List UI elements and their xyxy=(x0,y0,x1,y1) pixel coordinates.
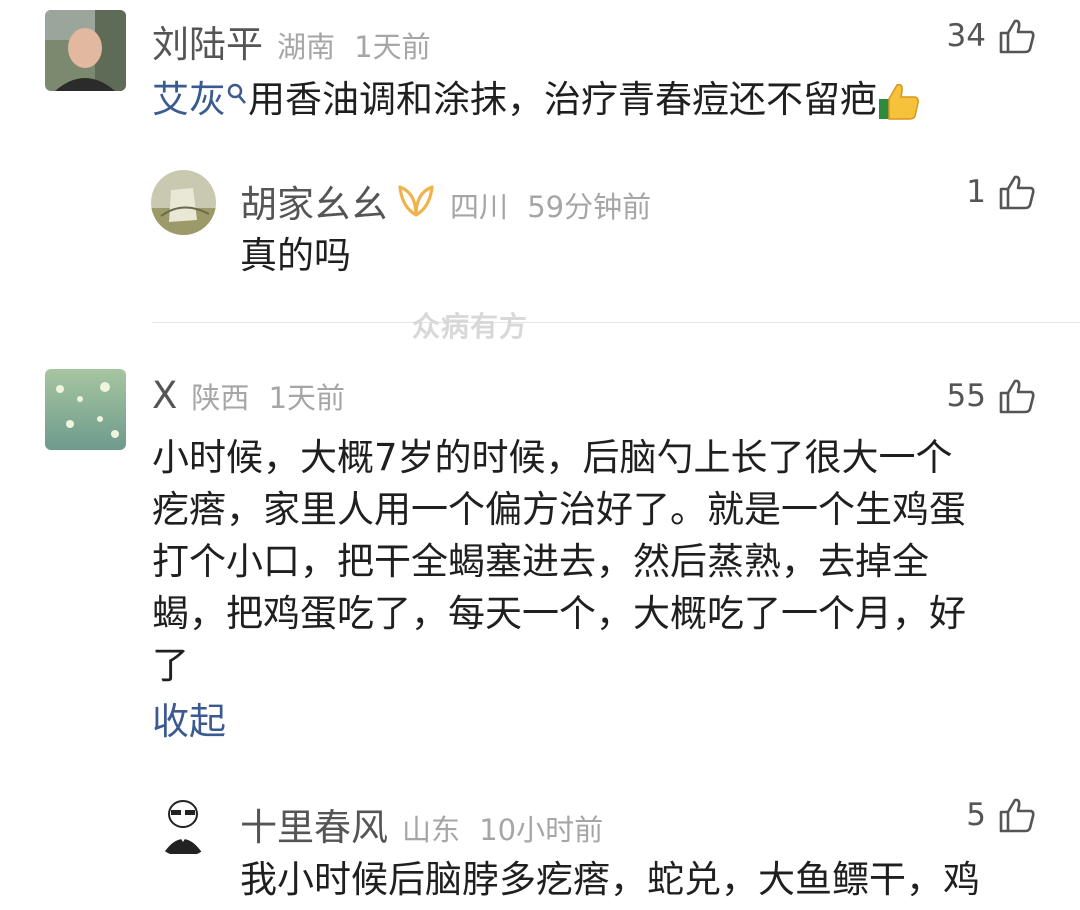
reply-timestamp: 10小时前 xyxy=(479,813,604,847)
comment-meta: 湖南 1天前 xyxy=(277,24,431,66)
timestamp: 1天前 xyxy=(268,381,346,415)
search-icon xyxy=(227,83,246,104)
comment-text: 小时候，大概7岁的时候，后脑勺上长了很大一个 疙瘩，家里人用一个偏方治好了。就是… xyxy=(152,432,966,692)
comment-line: 疙瘩，家里人用一个偏方治好了。就是一个生鸡蛋 xyxy=(152,488,966,531)
comment-line: 打个小口，把干全蝎塞进去，然后蒸熟，去掉全 xyxy=(152,540,929,583)
username[interactable]: 刘陆平 xyxy=(152,14,263,68)
location: 湖南 xyxy=(277,30,336,64)
comment-body: 用香油调和涂抹，治疗青春痘还不留疤 xyxy=(248,78,877,121)
like-button[interactable]: 34 xyxy=(947,18,1036,54)
reply-username[interactable]: 胡家幺幺 xyxy=(240,174,388,228)
comment-item: X 陕西 1天前 55 小时候，大概7岁的时候，后脑勺上长了很大一个 疙瘩，家里… xyxy=(0,360,1080,910)
timestamp: 1天前 xyxy=(354,30,431,64)
reply-header: 胡家幺幺 四川 59分钟前 xyxy=(240,174,651,228)
comment-header: X 陕西 1天前 xyxy=(152,374,345,417)
avatar[interactable] xyxy=(45,369,126,450)
mention-name: 艾灰 xyxy=(152,78,226,121)
comment-item: 刘陆平 湖南 1天前 34 艾灰 用香油调和涂抹，治疗青春痘还不留疤 胡家幺幺 四… xyxy=(0,0,1080,300)
comment-meta: 陕西 1天前 xyxy=(191,375,345,417)
reply-like-count: 5 xyxy=(966,797,986,833)
collapse-link[interactable]: 收起 xyxy=(152,696,226,748)
thumbs-up-icon xyxy=(999,798,1035,833)
thumbs-up-icon xyxy=(999,379,1035,414)
like-button[interactable]: 55 xyxy=(947,378,1036,414)
location: 陕西 xyxy=(191,381,250,415)
vip-badge-icon xyxy=(398,185,434,217)
reply-meta: 山东 10小时前 xyxy=(402,807,603,849)
reply-avatar[interactable] xyxy=(151,792,216,857)
like-count: 34 xyxy=(946,18,986,54)
like-count: 55 xyxy=(946,378,986,414)
reply-location: 山东 xyxy=(402,813,461,847)
comment-line: 了 xyxy=(152,644,189,687)
comment-text: 艾灰 用香油调和涂抹，治疗青春痘还不留疤 xyxy=(152,74,921,126)
avatar[interactable] xyxy=(45,10,126,91)
thumbs-up-emoji-icon xyxy=(879,83,919,120)
reply-meta: 四川 59分钟前 xyxy=(450,184,651,226)
username[interactable]: X xyxy=(152,374,177,417)
reply-header: 十里春风 山东 10小时前 xyxy=(240,797,603,851)
reply-text: 我小时候后脑脖多疙瘩，蛇兑，大鱼鳔干，鸡 xyxy=(240,858,980,901)
reply-avatar[interactable] xyxy=(151,170,216,235)
thumbs-up-icon xyxy=(999,19,1035,54)
reply-username[interactable]: 十里春风 xyxy=(240,797,388,851)
reply-text: 真的吗 xyxy=(240,234,351,277)
comment-header: 刘陆平 湖南 1天前 xyxy=(152,14,431,68)
divider xyxy=(152,322,1080,323)
thumbs-up-icon xyxy=(999,175,1035,210)
comment-line: 蝎，把鸡蛋吃了，每天一个，大概吃了一个月，好 xyxy=(152,592,966,635)
mention-link[interactable]: 艾灰 xyxy=(152,78,248,121)
reply-like-count: 1 xyxy=(966,174,986,210)
comment-line: 小时候，大概7岁的时候，后脑勺上长了很大一个 xyxy=(152,436,953,479)
reply-location: 四川 xyxy=(450,190,509,224)
reply-like-button[interactable]: 5 xyxy=(966,797,1036,833)
watermark: 众病有方 xyxy=(412,310,529,343)
reply-like-button[interactable]: 1 xyxy=(966,174,1036,210)
reply-timestamp: 59分钟前 xyxy=(527,190,652,224)
